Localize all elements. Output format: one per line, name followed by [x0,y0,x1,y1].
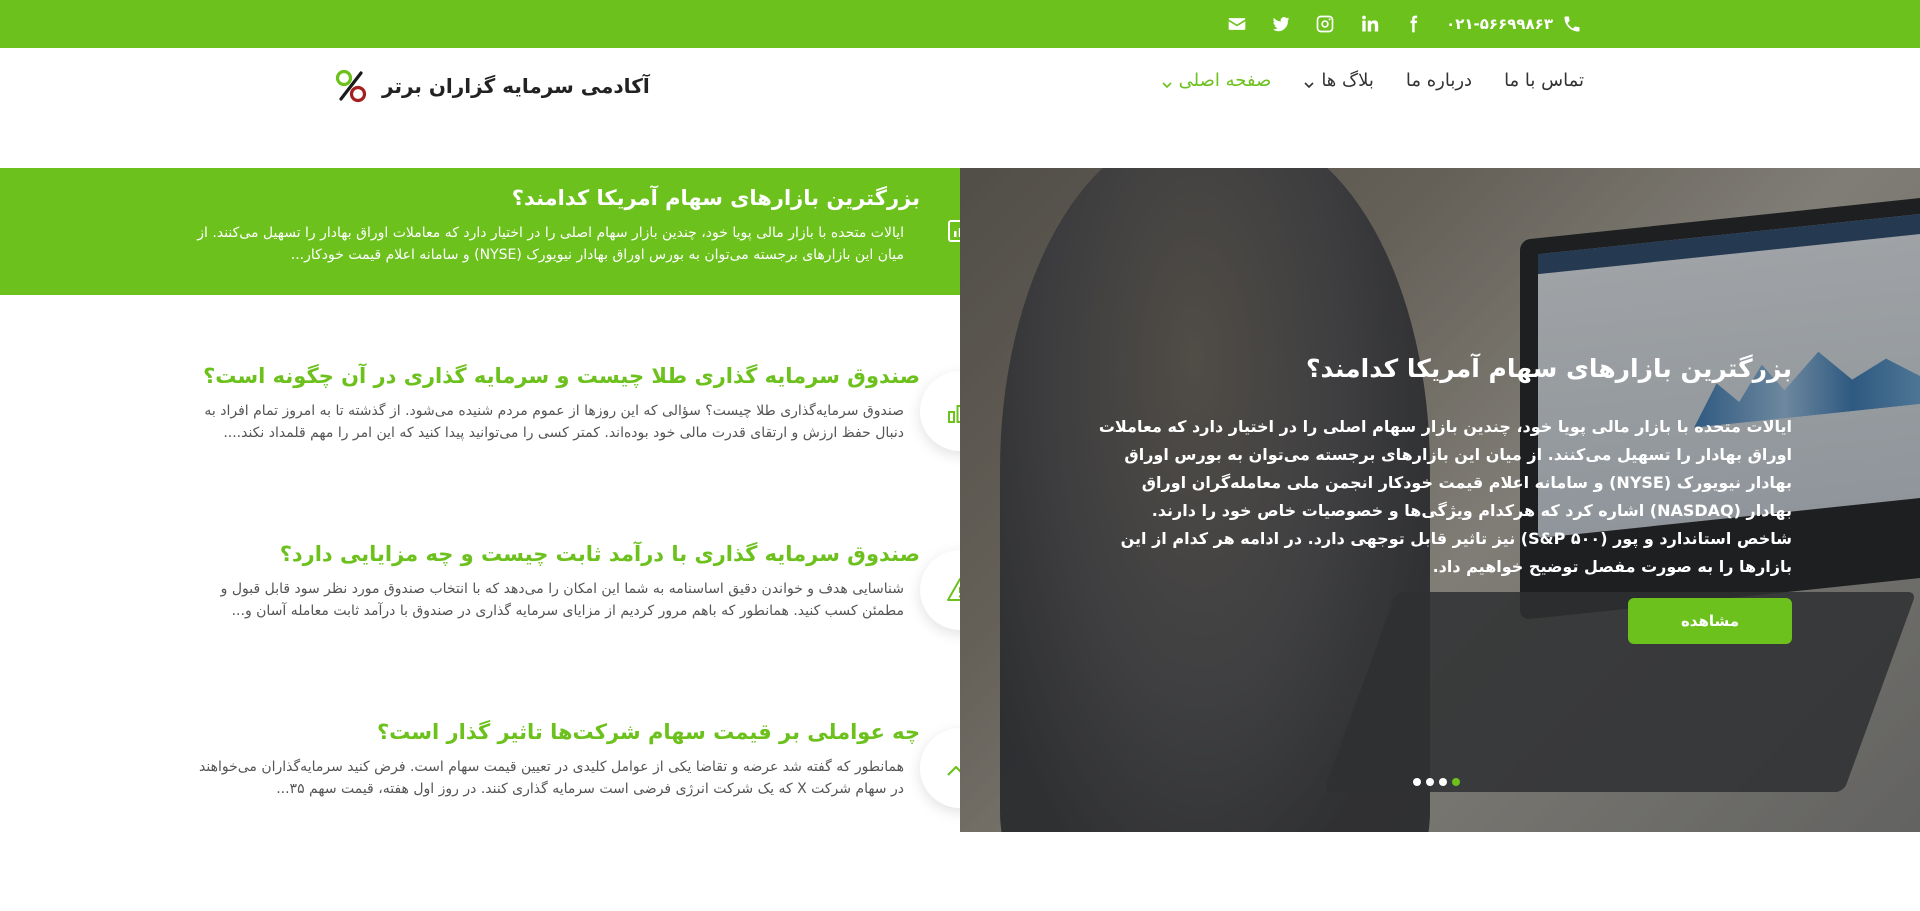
percent-logo-icon [334,68,368,104]
phone-link[interactable]: ۰۲۱-۵۶۶۹۹۸۶۳ [1446,13,1583,35]
chevron-down-icon [1161,75,1173,88]
nav-item-home[interactable]: صفحه اصلی [1161,70,1272,91]
post-title[interactable]: صندوق سرمایه گذاری طلا چیست و سرمایه گذا… [190,364,920,388]
post-title[interactable]: بزرگترین بازارهای سهام آمریکا کدامند؟ [190,186,920,210]
slide-content: بزرگترین بازارهای سهام آمریکا کدامند؟ ای… [1092,354,1792,581]
logo-text: آکادمی سرمایه گزاران برتر [382,74,650,98]
nav-item-label: تماس با ما [1504,70,1584,91]
nav-item-label: صفحه اصلی [1178,70,1272,91]
post-title[interactable]: صندوق سرمایه گذاری با درآمد ثابت چیست و … [190,542,920,566]
slide-text: ایالات متحده با بازار مالی پویا خود، چند… [1098,417,1792,576]
post-item[interactable]: چه عواملی بر قیمت سهام شرکت‌ها تاثیر گذا… [190,720,920,800]
post-excerpt: ایالات متحده با بازار مالی پویا خود، چند… [197,225,904,263]
phone-number: ۰۲۱-۵۶۶۹۹۸۶۳ [1446,15,1553,33]
topbar: ۰۲۱-۵۶۶۹۹۸۶۳ [0,0,1920,48]
hero-slider[interactable]: بزرگترین بازارهای سهام آمریکا کدامند؟ ای… [960,168,1920,832]
instagram-icon[interactable] [1314,13,1336,35]
chevron-down-icon [1303,75,1315,88]
post-excerpt: شناسایی هدف و خواندن دقیق اساسنامه به شم… [220,581,904,619]
slider-dots [1413,778,1460,786]
mail-icon[interactable] [1226,13,1248,35]
nav-item-contact[interactable]: تماس با ما [1504,70,1584,91]
phone-icon [1561,13,1583,35]
slider-dot-active[interactable] [1452,778,1460,786]
post-excerpt: همانطور که گفته شد عرضه و تقاضا یکی از ع… [199,759,904,797]
slider-dot[interactable] [1413,778,1421,786]
nav-item-blog[interactable]: بلاگ ها [1303,70,1374,91]
main-nav: صفحه اصلی بلاگ ها درباره ما تماس با ما [1161,70,1584,91]
slider-dot[interactable] [1439,778,1447,786]
view-button[interactable]: مشاهده [1628,598,1792,644]
nav-item-about[interactable]: درباره ما [1406,70,1472,91]
site-logo[interactable]: آکادمی سرمایه گزاران برتر [334,68,650,104]
post-item-featured[interactable]: بزرگترین بازارهای سهام آمریکا کدامند؟ ای… [190,186,920,266]
twitter-icon[interactable] [1270,13,1292,35]
slider-dot[interactable] [1426,778,1434,786]
header: صفحه اصلی بلاگ ها درباره ما تماس با ما آ… [0,48,1920,122]
post-item[interactable]: صندوق سرمایه گذاری طلا چیست و سرمایه گذا… [190,364,920,444]
linkedin-icon[interactable] [1358,13,1380,35]
featured-post-banner: بزرگترین بازارهای سهام آمریکا کدامند؟ ای… [0,168,960,295]
facebook-icon[interactable] [1402,13,1424,35]
post-excerpt: صندوق سرمایه‌گذاری طلا چیست؟ سؤالی که ای… [204,403,904,441]
post-item[interactable]: صندوق سرمایه گذاری با درآمد ثابت چیست و … [190,542,920,622]
nav-item-label: درباره ما [1405,70,1473,91]
nav-item-label: بلاگ ها [1321,70,1374,91]
slide-title: بزرگترین بازارهای سهام آمریکا کدامند؟ [1306,354,1792,383]
post-title[interactable]: چه عواملی بر قیمت سهام شرکت‌ها تاثیر گذا… [190,720,920,744]
